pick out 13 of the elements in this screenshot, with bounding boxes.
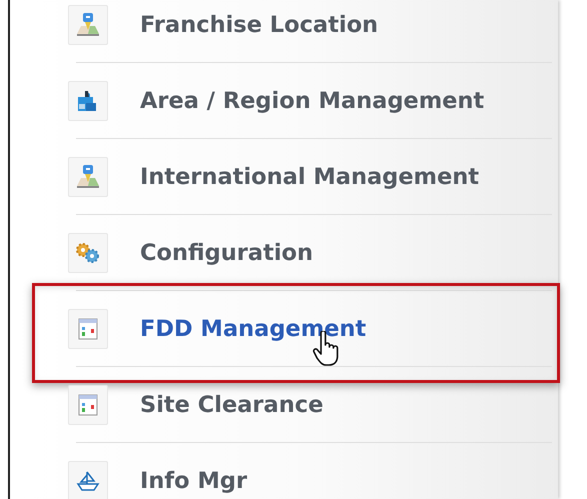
- map-pin-icon: [76, 12, 100, 38]
- menu-item[interactable]: FDD Management: [140, 316, 366, 342]
- menu-item[interactable]: Info Mgr: [140, 468, 248, 494]
- calendar-icon: [78, 394, 98, 416]
- menu-item[interactable]: Franchise Location: [140, 12, 378, 38]
- map-pin-icon: [76, 164, 100, 190]
- menu-item[interactable]: International Management: [140, 164, 479, 190]
- menu-item[interactable]: Configuration: [140, 240, 314, 266]
- gears-icon: [75, 242, 101, 264]
- menu-item[interactable]: Site Clearance: [140, 392, 324, 418]
- calendar-icon: [78, 318, 98, 340]
- ship-icon: [75, 469, 101, 493]
- menu-item[interactable]: Area / Region Management: [140, 88, 484, 114]
